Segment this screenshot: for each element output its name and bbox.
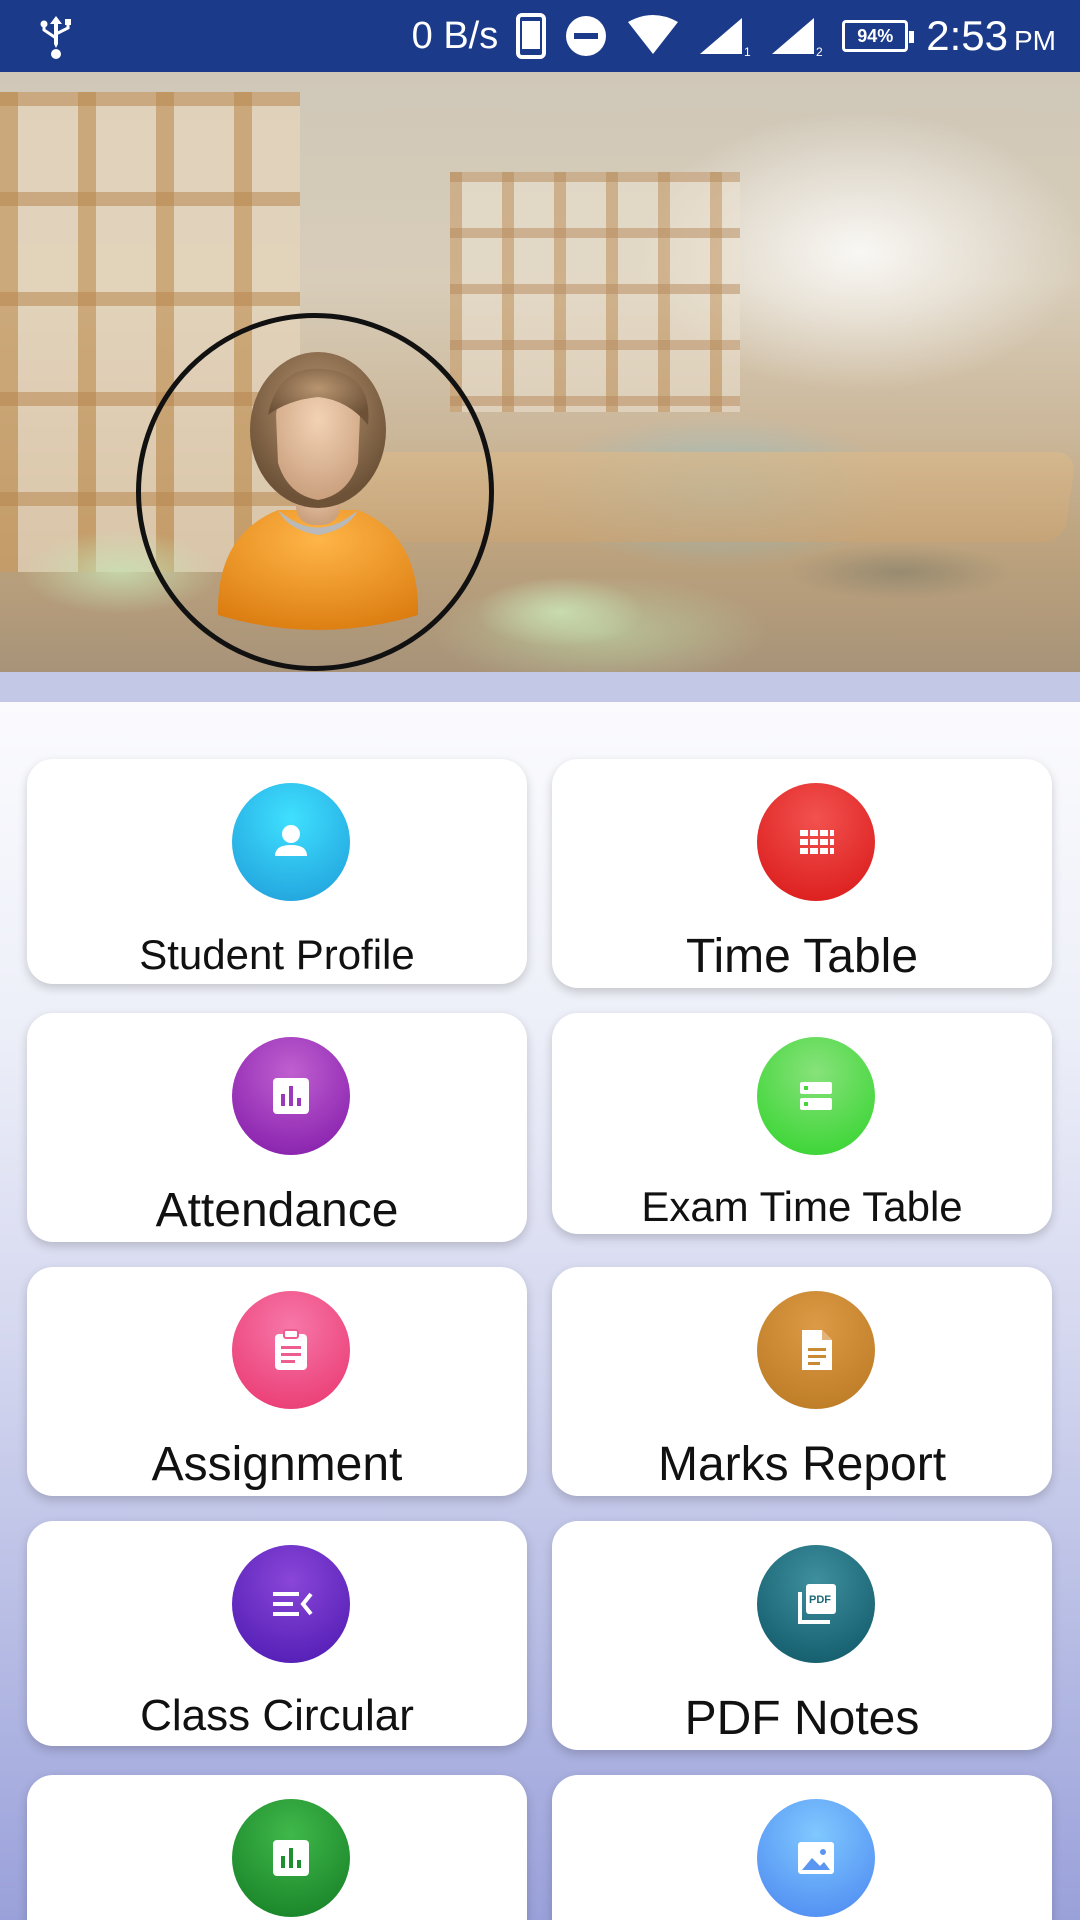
card-label: Time Table xyxy=(685,930,919,983)
list-rows-icon xyxy=(757,1037,875,1155)
clock: 2:53 PM xyxy=(926,12,1056,59)
usb-icon xyxy=(40,16,71,59)
menu-arrow-icon xyxy=(232,1545,350,1663)
status-bar: 0 B/s 1 2 94% 2:53 PM xyxy=(0,0,1080,72)
svg-text:1: 1 xyxy=(744,45,751,58)
phone-icon xyxy=(516,13,547,59)
marks-report-card[interactable]: Marks Report xyxy=(552,1267,1052,1496)
student-profile-card[interactable]: Student Profile xyxy=(27,759,527,984)
card-label: PDF Notes xyxy=(684,1692,920,1745)
menu-card-10[interactable] xyxy=(552,1775,1052,1920)
pdf-icon: PDF xyxy=(757,1545,875,1663)
card-label: Student Profile xyxy=(139,931,415,978)
bar-chart-icon xyxy=(232,1799,350,1917)
signal-1-icon: 1 xyxy=(700,18,751,58)
clipboard-icon xyxy=(232,1291,350,1409)
pdf-notes-card[interactable]: PDF PDF Notes xyxy=(552,1521,1052,1750)
svg-text:PDF: PDF xyxy=(809,1594,831,1606)
time-table-card[interactable]: Time Table xyxy=(552,759,1052,988)
header-divider xyxy=(0,672,1080,702)
image-icon xyxy=(757,1799,875,1917)
battery-icon: 94% xyxy=(842,20,915,52)
document-icon xyxy=(757,1291,875,1409)
exam-time-table-card[interactable]: Exam Time Table xyxy=(552,1013,1052,1234)
student-avatar[interactable] xyxy=(208,345,428,635)
card-label: Attendance xyxy=(155,1184,399,1237)
assignment-card[interactable]: Assignment xyxy=(27,1267,527,1496)
class-circular-card[interactable]: Class Circular xyxy=(27,1521,527,1746)
card-label: Exam Time Table xyxy=(641,1183,963,1230)
menu-card-9[interactable] xyxy=(27,1775,527,1920)
battery-level: 94% xyxy=(857,25,894,46)
card-label: Class Circular xyxy=(140,1691,414,1740)
signal-2-icon: 2 xyxy=(772,18,823,58)
card-label: Assignment xyxy=(151,1438,403,1491)
bar-chart-icon xyxy=(232,1037,350,1155)
grid-calendar-icon xyxy=(757,783,875,901)
card-label: Marks Report xyxy=(657,1438,947,1491)
attendance-card[interactable]: Attendance xyxy=(27,1013,527,1242)
do-not-disturb-icon xyxy=(566,16,607,56)
wifi-icon xyxy=(628,15,679,54)
person-icon xyxy=(232,783,350,901)
net-speed: 0 B/s xyxy=(411,14,499,57)
svg-text:2: 2 xyxy=(816,45,823,58)
